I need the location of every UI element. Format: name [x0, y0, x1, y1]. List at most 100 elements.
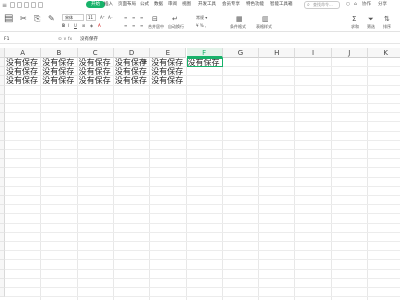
conditional-format-icon[interactable]: ▦	[236, 14, 243, 24]
cell-a2[interactable]: 没有保存	[5, 67, 41, 76]
font-name-select[interactable]: 宋体	[62, 14, 84, 21]
column-header-j[interactable]: J	[331, 48, 368, 58]
tab-insert[interactable]: 插入	[104, 2, 113, 8]
cut-icon[interactable]: ✂	[20, 14, 27, 24]
cell-a3[interactable]: 没有保存	[5, 76, 41, 85]
tab-smart-toolbox[interactable]: 智能工具箱	[270, 2, 293, 8]
preview-icon[interactable]	[24, 2, 29, 8]
sort-icon[interactable]: ⇅	[384, 14, 390, 24]
wrap-text-icon[interactable]: ↵	[172, 14, 178, 24]
column-header-a[interactable]: A	[5, 48, 42, 58]
cell-a1[interactable]: 没有保存	[5, 58, 41, 67]
collaborate-button[interactable]: 协作	[362, 2, 371, 8]
conditional-format-label[interactable]: 条件格式	[230, 24, 246, 29]
sort-label[interactable]: 排序	[383, 24, 391, 29]
auto-wrap-label[interactable]: 自动换行	[168, 24, 184, 29]
currency-icon[interactable]: ¥ % ,	[196, 23, 206, 28]
tab-review[interactable]: 审阅	[168, 2, 177, 8]
fx-icon[interactable]: ⊙ ∨ fx	[58, 37, 72, 43]
font-size-select[interactable]: 11	[86, 14, 96, 21]
cell-c2[interactable]: 没有保存	[78, 67, 114, 76]
home-icon[interactable]: ⌂	[354, 2, 357, 8]
table-style-icon[interactable]: ▥	[262, 14, 269, 24]
row-gridline	[5, 231, 400, 233]
merge-center-label[interactable]: 合并居中	[148, 24, 164, 29]
cell-b2[interactable]: 没有保存	[41, 67, 77, 76]
tab-view[interactable]: 视图	[182, 2, 191, 8]
row-gridline	[5, 112, 400, 114]
align-middle-icon[interactable]: ≡	[132, 15, 135, 20]
align-left-icon[interactable]: ≡	[124, 23, 127, 28]
cell-e3[interactable]: 没有保存	[150, 76, 186, 85]
undo-icon[interactable]	[31, 2, 36, 8]
grow-font-icon[interactable]: A⁺	[100, 15, 105, 20]
tab-page-layout[interactable]: 页面布局	[118, 2, 136, 8]
copy-icon[interactable]: ⎘	[34, 14, 40, 24]
paste-icon[interactable]: ▤	[4, 14, 13, 24]
mouse-cursor-icon: ✥	[141, 58, 148, 66]
row-gridline	[5, 287, 400, 288]
tab-developer[interactable]: 开发工具	[198, 2, 216, 8]
cell-c1[interactable]: 没有保存	[78, 58, 114, 67]
font-color-icon[interactable]: A	[98, 23, 101, 28]
menu-icon[interactable]: ≡	[2, 2, 7, 9]
row-gridline	[5, 149, 400, 150]
format-painter-icon[interactable]: ✎	[48, 14, 55, 24]
row-gridline	[5, 213, 400, 215]
column-header-f[interactable]: F	[186, 48, 223, 58]
search-placeholder: 查找命令...	[313, 2, 333, 7]
row-gridline	[5, 222, 400, 224]
sum-icon[interactable]: Σ	[352, 14, 356, 24]
row-gridline	[5, 93, 400, 95]
quick-access-toolbar	[10, 2, 43, 8]
cell-b1[interactable]: 没有保存	[41, 58, 77, 67]
sum-label[interactable]: 求和	[351, 24, 359, 29]
formula-bar: F1 ⊙ ∨ fx 没有保存	[0, 36, 400, 44]
sync-icon[interactable]: ○	[346, 2, 350, 8]
column-header-e[interactable]: E	[150, 48, 187, 58]
underline-icon[interactable]: U	[74, 23, 77, 28]
column-header-h[interactable]: H	[259, 48, 296, 58]
merge-center-icon[interactable]: ⊟	[152, 14, 158, 24]
cell-e2[interactable]: 没有保存	[150, 67, 186, 76]
tab-special[interactable]: 特色功能	[246, 2, 264, 8]
filter-label[interactable]: 筛选	[367, 24, 375, 29]
tab-formula[interactable]: 公式	[140, 2, 149, 8]
row-gridline	[5, 167, 400, 169]
cell-d3[interactable]: 没有保存	[114, 76, 150, 85]
name-box[interactable]: F1	[4, 37, 44, 43]
bold-icon[interactable]: B	[62, 23, 65, 28]
italic-icon[interactable]: I	[68, 23, 69, 28]
table-style-label[interactable]: 表格样式	[256, 24, 272, 29]
align-bottom-icon[interactable]: ≡	[140, 15, 143, 20]
formula-input[interactable]: 没有保存	[80, 37, 98, 43]
column-header-b[interactable]: B	[41, 48, 78, 58]
tab-data[interactable]: 数据	[154, 2, 163, 8]
filter-icon[interactable]: ⏷	[368, 14, 374, 24]
save-icon[interactable]	[10, 2, 15, 8]
column-header-g[interactable]: G	[222, 48, 260, 58]
row-gridline	[5, 176, 400, 178]
column-header-d[interactable]: D	[113, 48, 151, 58]
cell-d2[interactable]: 没有保存	[114, 67, 150, 76]
print-icon[interactable]	[17, 2, 22, 8]
column-header-i[interactable]: I	[295, 48, 332, 58]
number-format-icon[interactable]: 常规 ▾	[196, 15, 207, 20]
tab-member[interactable]: 会员专享	[222, 2, 240, 8]
column-header-k[interactable]: K	[368, 48, 400, 58]
align-right-icon[interactable]: ≡	[140, 23, 143, 28]
align-center-icon[interactable]: ≡	[132, 23, 135, 28]
column-header-c[interactable]: C	[77, 48, 114, 58]
cell-c3[interactable]: 没有保存	[78, 76, 114, 85]
redo-icon[interactable]	[38, 2, 43, 8]
share-button[interactable]: 分享	[378, 2, 387, 8]
search-icon: ⌕	[307, 2, 310, 8]
cell-b3[interactable]: 没有保存	[41, 76, 77, 85]
cell-e1[interactable]: 没有保存	[150, 58, 186, 67]
align-top-icon[interactable]: ≡	[124, 15, 127, 20]
shrink-font-icon[interactable]: A⁻	[108, 15, 113, 20]
tab-start[interactable]: 开始	[86, 1, 105, 8]
fill-color-icon[interactable]: ◈	[90, 23, 93, 28]
command-search-input[interactable]: ⌕ 查找命令...	[304, 1, 340, 9]
border-icon[interactable]: ⊞	[82, 23, 85, 28]
